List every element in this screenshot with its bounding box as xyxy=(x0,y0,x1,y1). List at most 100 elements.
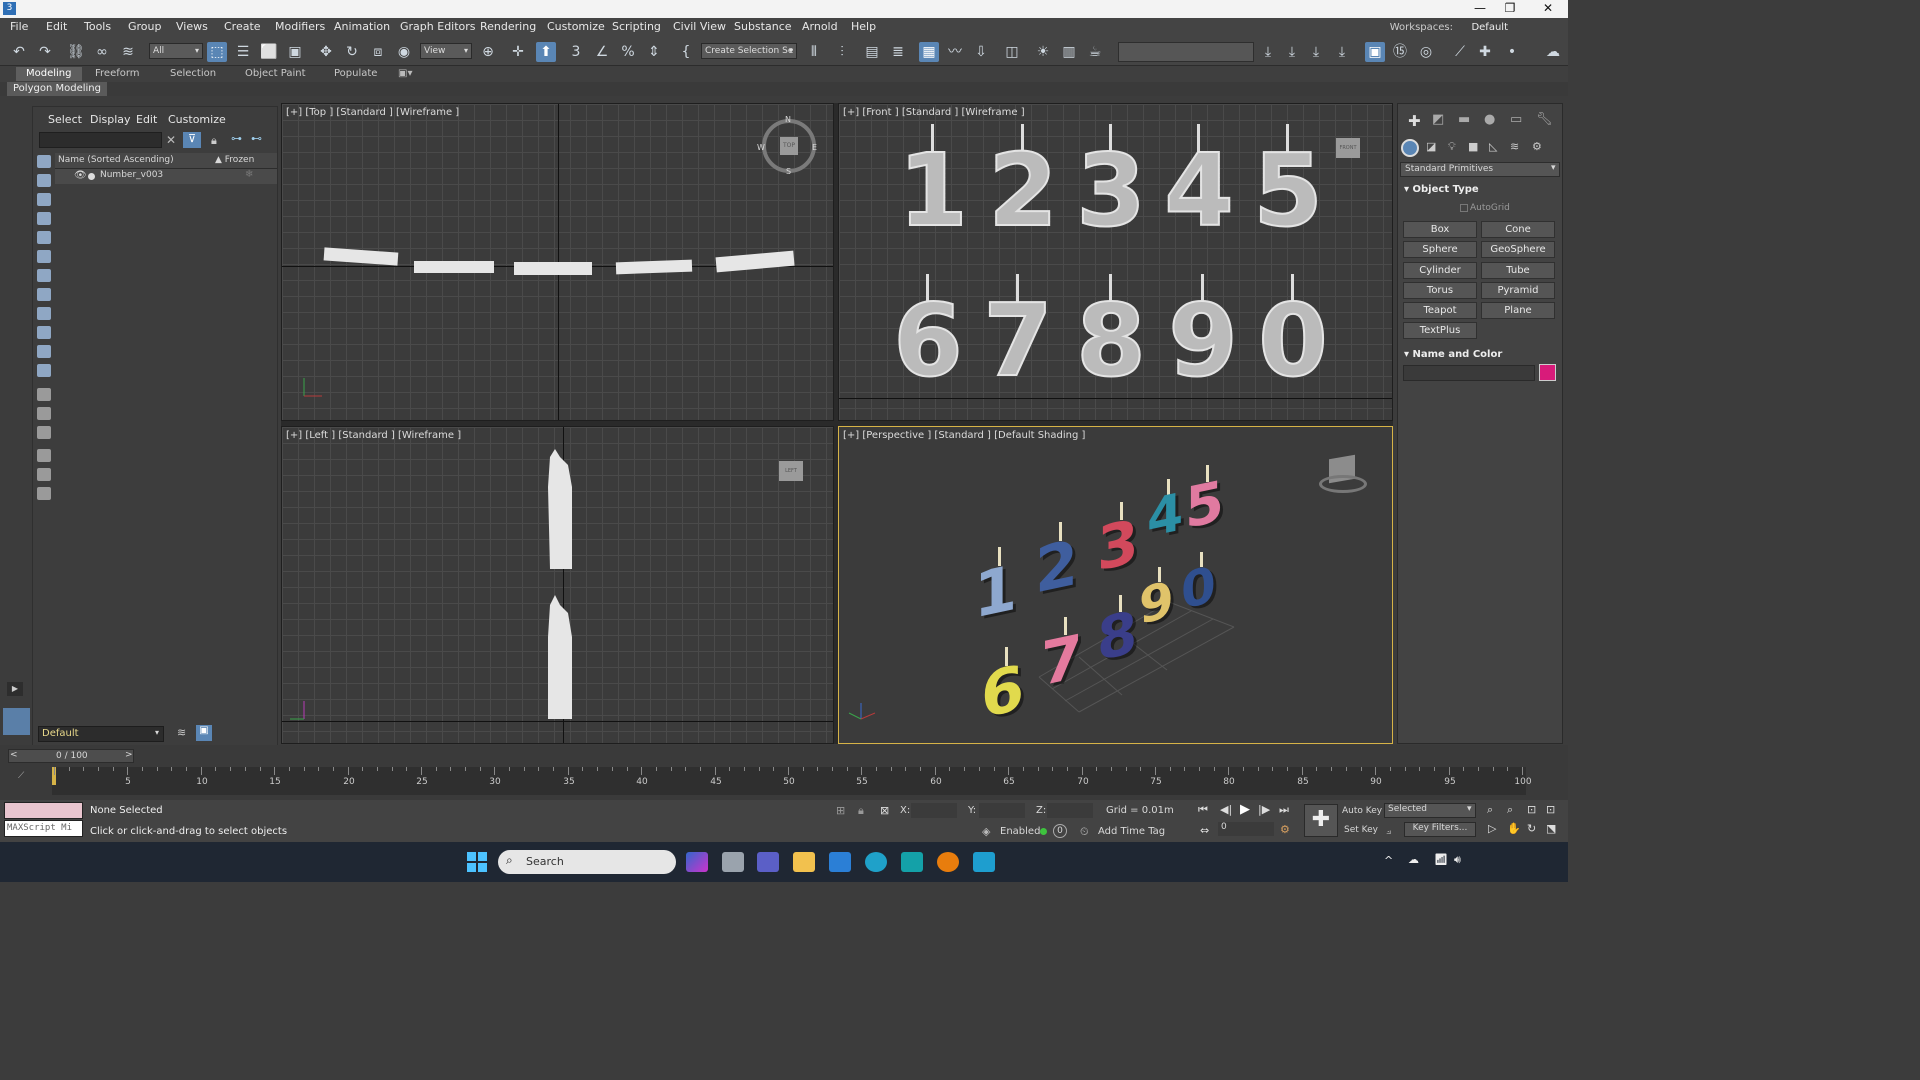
layer-explorer-icon[interactable]: ≣ xyxy=(888,42,908,62)
add-time-tag[interactable]: Add Time Tag xyxy=(1098,826,1165,837)
viewport-top[interactable]: [+] [Top ] [Standard ] [Wireframe ] TOP … xyxy=(281,103,834,421)
freeze-icon[interactable]: ❄ xyxy=(245,169,253,180)
blender-icon[interactable] xyxy=(937,852,959,872)
hierarchy-icon[interactable]: ⊶ xyxy=(231,132,242,145)
clipboard-icon[interactable] xyxy=(37,487,51,500)
file-explorer-icon[interactable] xyxy=(793,852,815,872)
visibility-eye-icon[interactable]: 👁︎ xyxy=(74,170,87,181)
candle-digit-3[interactable]: 3 xyxy=(1097,502,1145,586)
time-config-icon[interactable]: ⚙︎ xyxy=(1280,823,1290,836)
color-swatch[interactable] xyxy=(1539,364,1556,381)
textplus-button[interactable]: TextPlus xyxy=(1403,322,1477,339)
toggle-scene-icon[interactable]: ▣ xyxy=(1365,42,1385,62)
place-icon[interactable]: ◉ xyxy=(394,42,414,62)
pyramid-button[interactable]: Pyramid xyxy=(1481,282,1555,299)
keyboard-shortcut-override-icon[interactable]: ⬆ xyxy=(536,42,556,62)
undo-icon[interactable]: ↶ xyxy=(9,42,29,62)
menu-file[interactable]: File xyxy=(10,20,28,33)
menu-views[interactable]: Views xyxy=(176,20,208,33)
key-filters-button[interactable]: Key Filters... xyxy=(1404,822,1476,837)
selection-filter-dropdown[interactable]: All xyxy=(149,43,203,59)
time-tag-icon[interactable]: ⏲ xyxy=(1080,825,1089,839)
windows-start-icon[interactable] xyxy=(467,852,487,872)
viewcube-left[interactable]: LEFT xyxy=(779,461,803,481)
candle-digit-5[interactable]: 5 xyxy=(1185,465,1230,543)
scene-icon[interactable]: ▣ xyxy=(196,725,212,741)
wireframe-digit-5[interactable]: 5 xyxy=(1244,124,1332,250)
curve-editor-icon[interactable]: 〰 xyxy=(945,42,965,62)
candle-digit-7[interactable]: 7 xyxy=(1041,617,1089,701)
z-coord-field[interactable] xyxy=(1047,803,1093,818)
toggle-ribbon-icon[interactable]: ▦ xyxy=(919,42,939,62)
display-spacewarps-icon[interactable] xyxy=(37,250,51,263)
selection-lock-icon[interactable]: 🔒︎ xyxy=(858,804,864,818)
modify-tab-icon[interactable]: ◩ xyxy=(1432,112,1444,127)
field-of-view-icon[interactable]: ▷ xyxy=(1488,822,1496,835)
time-slider-prev-icon[interactable]: < xyxy=(10,750,18,760)
cloud-icon[interactable]: ☁ xyxy=(1543,42,1563,62)
wireframe-digit-6[interactable]: 6 xyxy=(884,274,972,400)
sphere-button[interactable]: Sphere xyxy=(1403,241,1477,258)
object-type-rollout[interactable]: ▾ Object Type xyxy=(1404,184,1479,195)
render-production-icon[interactable]: ☕ xyxy=(1085,42,1105,62)
rendered-frame-icon[interactable]: ▥ xyxy=(1059,42,1079,62)
current-frame-field[interactable]: 0 xyxy=(1218,822,1274,836)
tool-icon-a[interactable]: ⟋ xyxy=(1450,42,1470,62)
torus-button[interactable]: Torus xyxy=(1403,282,1477,299)
tab-populate[interactable]: Populate xyxy=(334,67,377,81)
y-coord-field[interactable] xyxy=(979,803,1025,818)
snaps-toggle-icon[interactable]: 3 xyxy=(566,42,586,62)
edge-icon[interactable] xyxy=(865,852,887,872)
candle-digit-1[interactable]: 1 xyxy=(974,547,1024,634)
render-input-field[interactable] xyxy=(1118,42,1254,62)
wireframe-digit-4[interactable]: 4 xyxy=(1155,124,1243,250)
wifi-icon[interactable]: 📶︎ xyxy=(1434,853,1448,866)
render-icon-1[interactable]: ⤓ xyxy=(1258,42,1278,62)
display-bones-icon[interactable] xyxy=(37,307,51,320)
sort-icon[interactable]: ⊷ xyxy=(251,132,262,145)
layer-dropdown[interactable]: Default ▾ xyxy=(38,726,164,742)
viewport-left[interactable]: [+] [Left ] [Standard ] [Wireframe ] LEF… xyxy=(281,426,834,744)
set-key-button[interactable]: Set Key xyxy=(1344,825,1378,835)
scene-explorer-icon[interactable]: ▤ xyxy=(862,42,882,62)
schematic-view-icon[interactable]: ⇩ xyxy=(971,42,991,62)
orbit-icon[interactable]: ↻ xyxy=(1527,822,1536,835)
viewcube-front[interactable]: FRONT xyxy=(1336,138,1360,158)
frame-icon[interactable]: ⑮ xyxy=(1390,42,1410,62)
menu-create[interactable]: Create xyxy=(224,20,261,33)
candle-digit-2[interactable]: 2 xyxy=(1035,522,1085,609)
key-selection-dropdown[interactable]: Selected ▾ xyxy=(1384,803,1476,818)
render-icon-3[interactable]: ⤓ xyxy=(1306,42,1326,62)
wireframe-digit-7[interactable]: 7 xyxy=(974,274,1062,400)
select-manipulate-icon[interactable]: ✛ xyxy=(508,42,528,62)
explorer-search-input[interactable] xyxy=(39,132,162,148)
viewport-front[interactable]: [+] [Front ] [Standard ] [Wireframe ] 12… xyxy=(838,103,1393,421)
primitives-dropdown[interactable]: Standard Primitives ▾ xyxy=(1400,162,1560,177)
object-name-input[interactable] xyxy=(1403,365,1535,381)
wireframe-digit-2[interactable]: 2 xyxy=(979,124,1067,250)
3dsmax-icon[interactable] xyxy=(973,852,995,872)
key-tangent-icon[interactable]: ⟓ xyxy=(1386,824,1391,838)
viewcube-compass[interactable]: TOP N S E W xyxy=(757,115,817,176)
align-icon[interactable]: ⫶ xyxy=(832,42,852,62)
menu-rendering[interactable]: Rendering xyxy=(480,20,536,33)
rotate-icon[interactable]: ↻ xyxy=(342,42,362,62)
display-tab-icon[interactable]: ▭ xyxy=(1510,112,1522,127)
systems-icon[interactable]: ⚙︎ xyxy=(1532,140,1542,153)
volume-icon[interactable]: 🔊︎ xyxy=(1454,853,1461,867)
taskbar-search[interactable]: ⌕ Search xyxy=(498,850,676,874)
lock-icon[interactable]: 🔒︎ xyxy=(211,134,217,148)
spacewarps-icon[interactable]: ≋ xyxy=(1510,140,1519,153)
autogrid-checkbox[interactable] xyxy=(1460,204,1468,212)
teapot-button[interactable]: Teapot xyxy=(1403,302,1477,319)
window-crossing-icon[interactable]: ▣ xyxy=(285,42,305,62)
column-name[interactable]: Name (Sorted Ascending) xyxy=(58,155,174,165)
candle-digit-4[interactable]: 4 xyxy=(1147,479,1189,552)
isolate-icon[interactable]: ⊞ xyxy=(836,804,845,817)
explorer-menu-customize[interactable]: Customize xyxy=(168,113,226,126)
time-slider-next-icon[interactable]: > xyxy=(125,750,133,760)
cone-button[interactable]: Cone xyxy=(1481,221,1555,238)
material-editor-icon[interactable]: ◫ xyxy=(1002,42,1022,62)
motion-tab-icon[interactable]: ● xyxy=(1484,112,1495,127)
render-setup-icon[interactable]: ☀ xyxy=(1033,42,1053,62)
